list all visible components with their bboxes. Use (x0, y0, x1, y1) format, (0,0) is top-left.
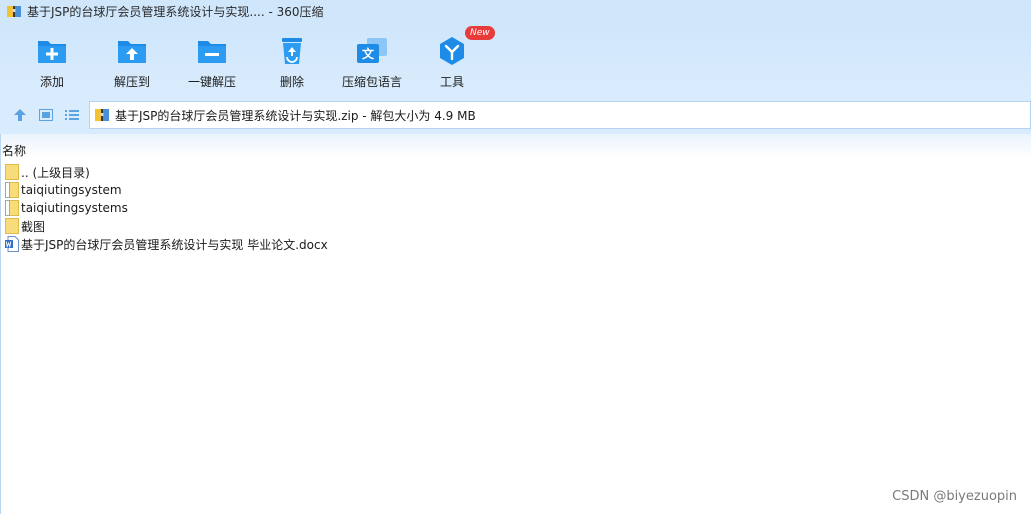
app-archive-icon (6, 3, 22, 19)
title-bar: 基于JSP的台球厅会员管理系统设计与实现.... - 360压缩 (0, 0, 1031, 22)
file-list-panel: 名称 .. (上级目录) taiqiutingsystem taiqiuting… (0, 134, 1031, 514)
folder-icon (5, 164, 19, 180)
list-item-name: 基于JSP的台球厅会员管理系统设计与实现 毕业论文.docx (21, 237, 328, 252)
list-item[interactable]: 基于JSP的台球厅会员管理系统设计与实现 毕业论文.docx (1, 235, 1031, 253)
recycle-icon (275, 34, 309, 68)
list-item[interactable]: .. (上级目录) (1, 163, 1031, 181)
address-path: 基于JSP的台球厅会员管理系统设计与实现.zip - 解包大小为 4.9 MB (115, 108, 476, 123)
tools-icon (435, 34, 469, 68)
archive-language-button[interactable]: 文 压缩包语言 (332, 22, 412, 92)
zip-archive-icon (94, 107, 110, 123)
address-row: 基于JSP的台球厅会员管理系统设计与实现.zip - 解包大小为 4.9 MB (0, 96, 1031, 134)
add-folder-icon (35, 34, 69, 68)
list-item-name: taiqiutingsystem (21, 183, 122, 197)
folder-with-files-icon (5, 182, 19, 198)
one-click-extract-label: 一键解压 (187, 75, 236, 89)
add-button-label: 添加 (39, 75, 64, 89)
extract-to-button[interactable]: 解压到 (92, 22, 172, 92)
up-arrow-icon[interactable] (10, 105, 30, 125)
delete-button[interactable]: 删除 (252, 22, 332, 92)
list-item[interactable]: taiqiutingsystems (1, 199, 1031, 217)
list-view-icon[interactable] (62, 105, 82, 125)
toolbar: 添加 解压到 一键解压 删除 文 压缩包语言 New 工具 (0, 22, 1031, 96)
archive-language-label: 压缩包语言 (341, 75, 402, 89)
thumbnail-view-icon[interactable] (36, 105, 56, 125)
svg-text:文: 文 (362, 46, 375, 61)
list-item[interactable]: 截图 (1, 217, 1031, 235)
watermark: CSDN @biyezuopin (892, 489, 1017, 504)
add-button[interactable]: 添加 (12, 22, 92, 92)
list-item-name: taiqiutingsystems (21, 201, 128, 215)
tools-button[interactable]: New 工具 (412, 22, 495, 92)
word-document-icon (5, 236, 19, 252)
folder-with-files-icon (5, 200, 19, 216)
address-bar[interactable]: 基于JSP的台球厅会员管理系统设计与实现.zip - 解包大小为 4.9 MB (89, 101, 1031, 129)
list-item[interactable]: taiqiutingsystem (1, 181, 1031, 199)
delete-button-label: 删除 (279, 75, 304, 89)
one-click-extract-icon (195, 34, 229, 68)
extract-to-icon (115, 34, 149, 68)
window-title: 基于JSP的台球厅会员管理系统设计与实现.... - 360压缩 (27, 4, 324, 19)
one-click-extract-button[interactable]: 一键解压 (172, 22, 252, 92)
file-list: .. (上级目录) taiqiutingsystem taiqiutingsys… (1, 163, 1031, 253)
list-item-name: 截图 (21, 219, 46, 234)
tools-label: 工具 (439, 75, 464, 89)
column-header-name[interactable]: 名称 (1, 134, 1031, 158)
new-badge: New (465, 26, 495, 40)
extract-to-label: 解压到 (113, 75, 150, 89)
list-item-name: .. (上级目录) (21, 165, 90, 180)
language-icon: 文 (355, 34, 389, 68)
folder-icon (5, 218, 19, 234)
